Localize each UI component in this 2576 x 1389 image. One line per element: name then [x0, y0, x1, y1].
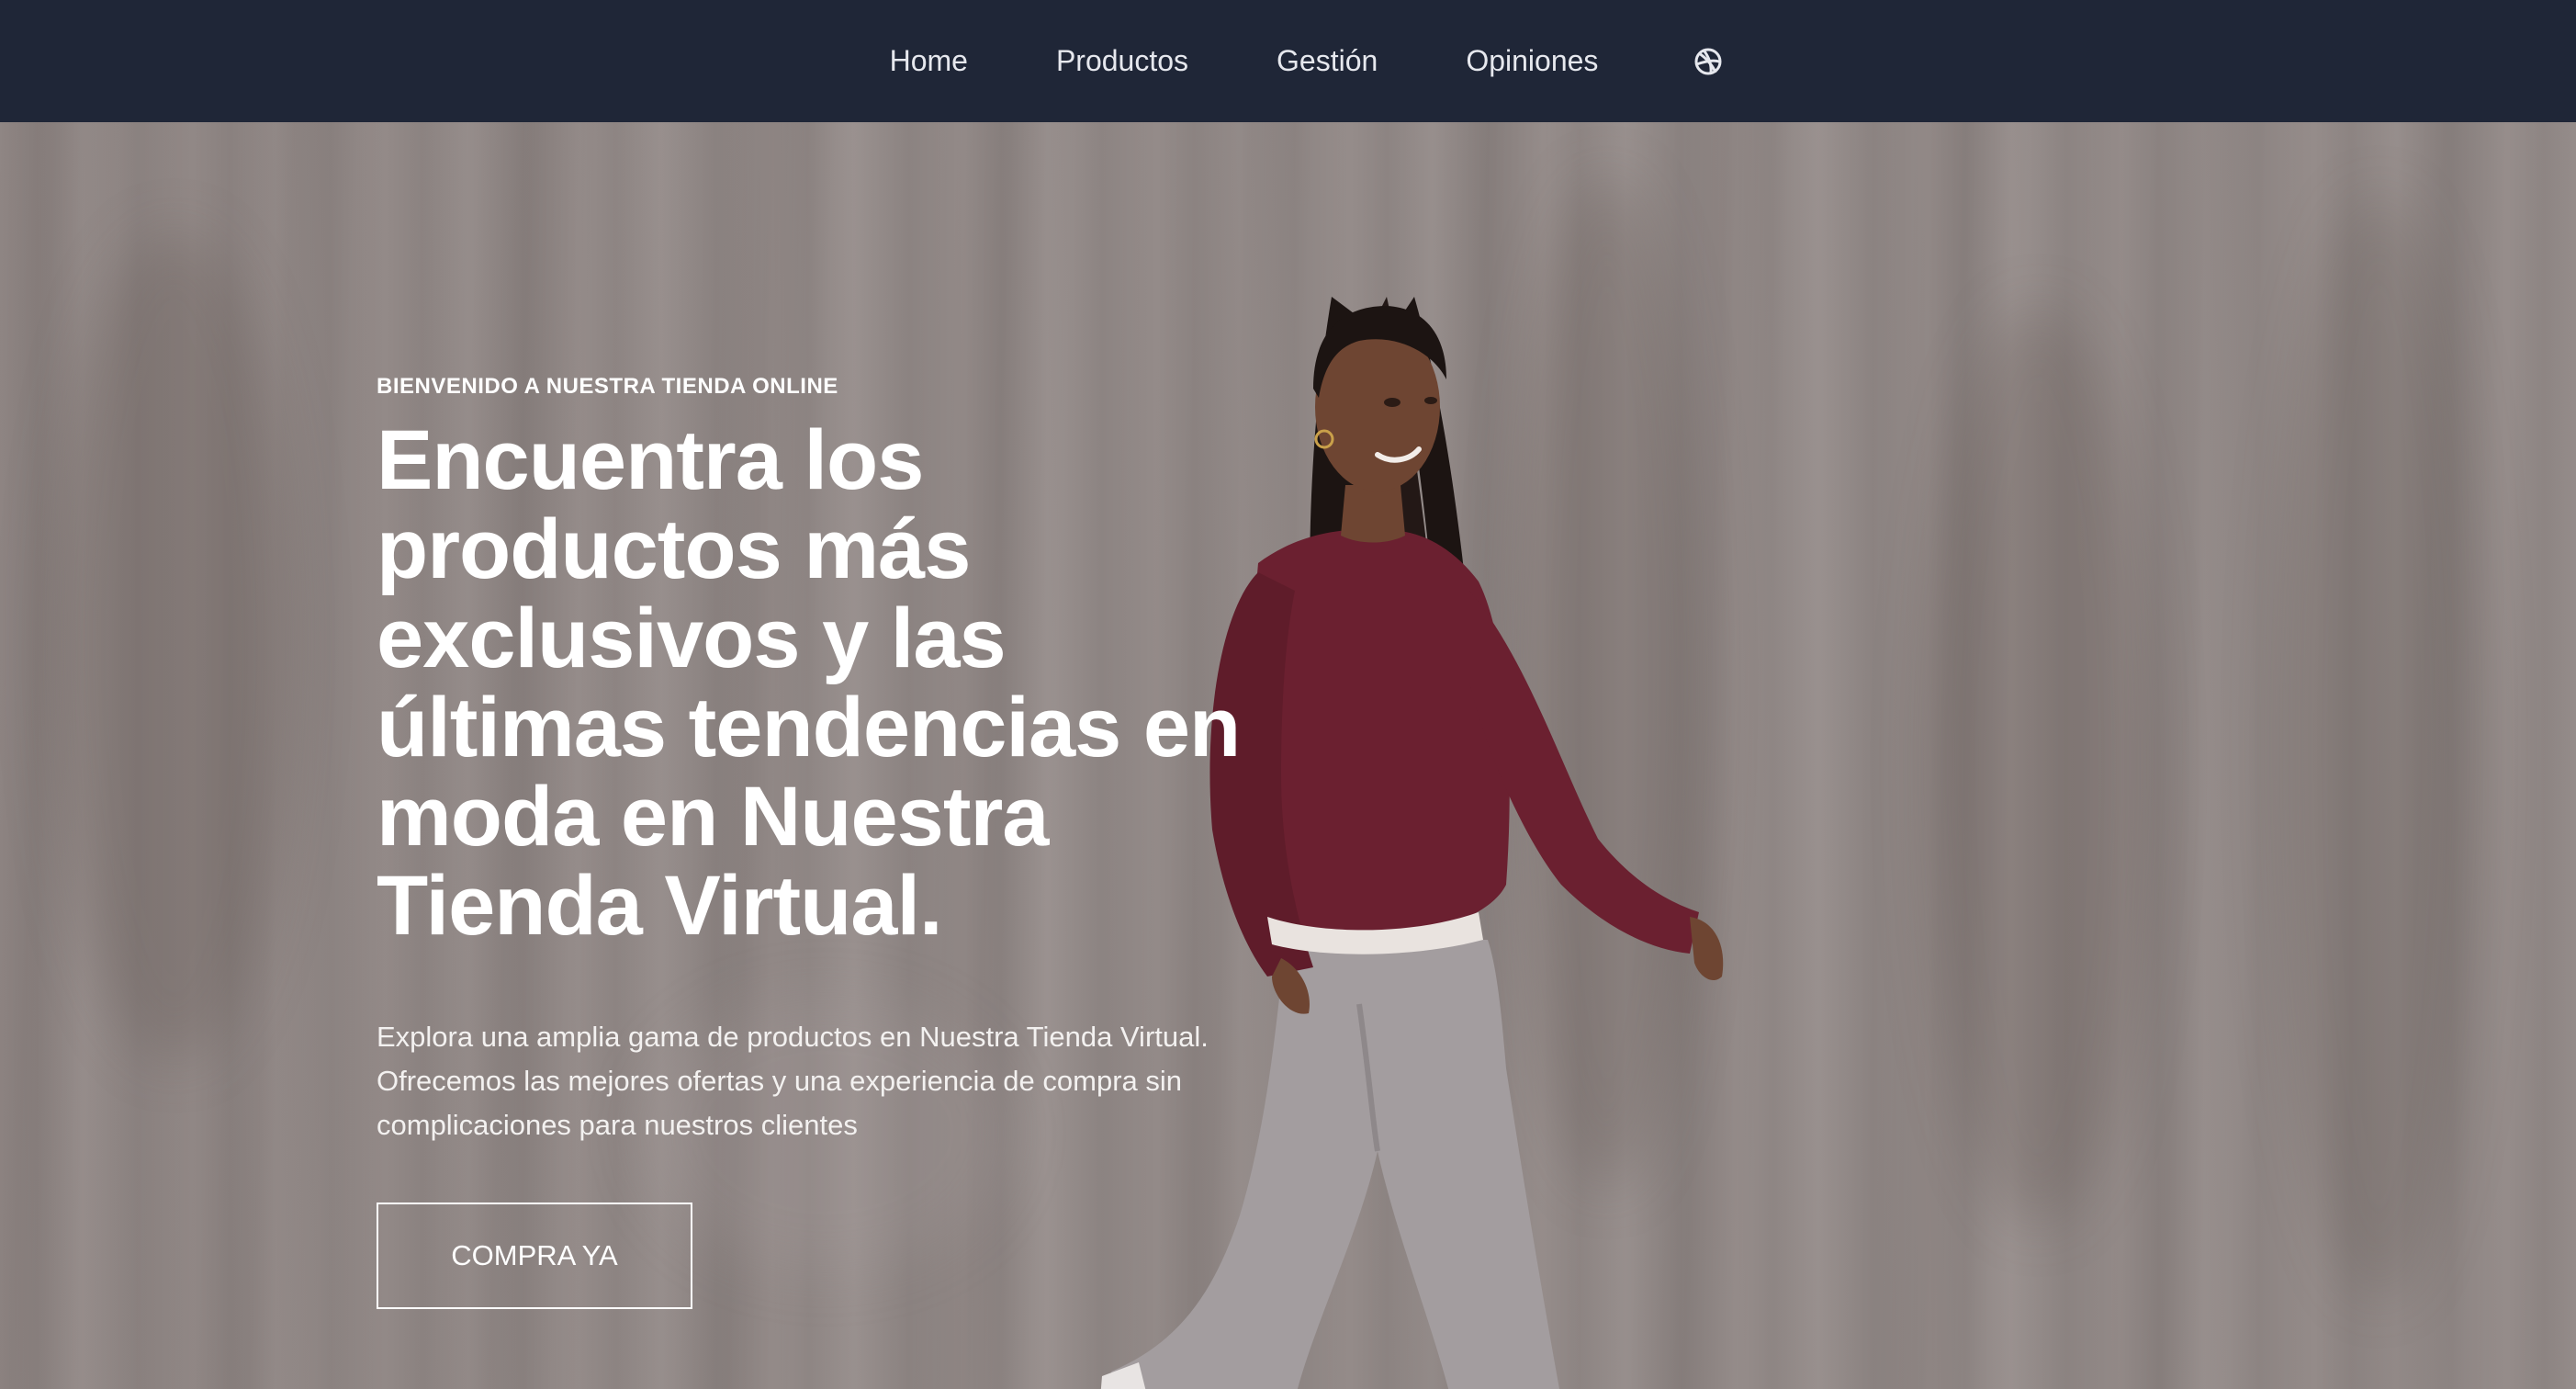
hero-headline: Encuentra los productos más exclusivos y…: [377, 416, 1341, 951]
wall-texture: [2278, 196, 2480, 1298]
headline-line: Encuentra los: [377, 413, 924, 507]
nav-list: Home Productos Gestión Opiniones: [846, 40, 1731, 84]
dribbble-icon[interactable]: [1686, 40, 1730, 84]
nav-item-gestion[interactable]: Gestión: [1232, 44, 1422, 78]
wall-texture: [1929, 306, 2149, 1225]
headline-line: últimas tendencias en: [377, 681, 1241, 774]
hero-section: BIENVENIDO A NUESTRA TIENDA ONLINE Encue…: [0, 122, 2576, 1389]
headline-line: moda en Nuestra: [377, 770, 1049, 864]
headline-line: Tienda Virtual.: [377, 859, 943, 953]
buy-now-button[interactable]: COMPRA YA: [377, 1203, 692, 1309]
headline-line: exclusivos y las: [377, 592, 1007, 685]
nav-item-productos[interactable]: Productos: [1012, 44, 1232, 78]
top-navbar: Home Productos Gestión Opiniones: [0, 0, 2576, 122]
wall-texture: [55, 232, 294, 1059]
hero-description: Explora una amplia gama de productos en …: [377, 1021, 1209, 1141]
headline-line: productos más: [377, 503, 971, 596]
hero-eyebrow: BIENVENIDO A NUESTRA TIENDA ONLINE: [377, 374, 838, 399]
hero-content: BIENVENIDO A NUESTRA TIENDA ONLINE Encue…: [377, 374, 1341, 1309]
nav-item-opiniones[interactable]: Opiniones: [1422, 44, 1642, 78]
nav-item-home[interactable]: Home: [846, 44, 1012, 78]
